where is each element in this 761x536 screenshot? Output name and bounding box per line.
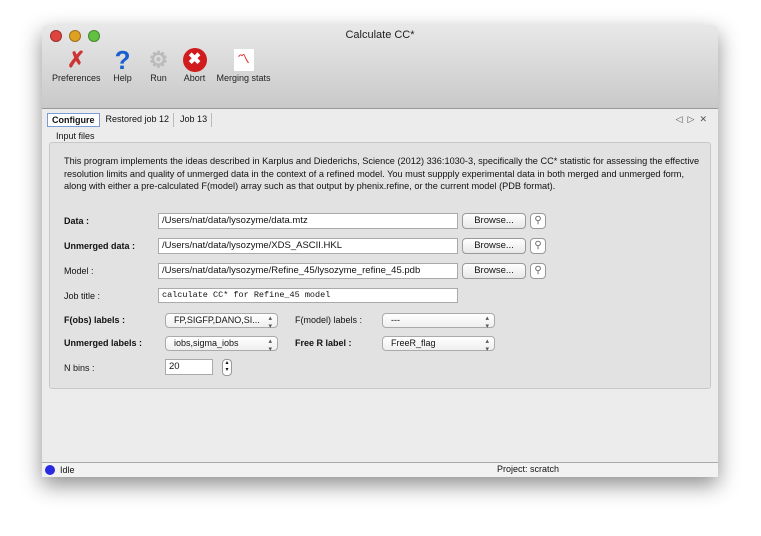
updown-arrows-icon: ▴ ▾ xyxy=(485,315,489,330)
select-value: FP,SIGFP,DANO,SI... xyxy=(174,315,260,325)
input-files-panel: This program implements the ideas descri… xyxy=(49,142,711,389)
data-input[interactable]: /Users/nat/data/lysozyme/data.mtz xyxy=(158,213,458,229)
unmerged-labels-label: Unmerged labels : xyxy=(64,338,143,348)
toolbar-label: Merging stats xyxy=(216,73,271,83)
magnifier-icon[interactable]: ⚲ xyxy=(530,238,546,254)
tab-controls[interactable]: ◁▷✕ xyxy=(676,114,712,125)
model-browse-button[interactable]: Browse... xyxy=(462,263,526,279)
tools-icon: ✗ xyxy=(67,47,86,72)
project-label: Project: scratch xyxy=(497,464,560,474)
magnifier-icon[interactable]: ⚲ xyxy=(530,263,546,279)
window-title: Calculate CC* xyxy=(345,29,415,41)
magnifier-icon[interactable]: ⚲ xyxy=(530,213,546,229)
tab-job-13[interactable]: Job 13 xyxy=(176,113,213,127)
description: This program implements the ideas descri… xyxy=(64,156,700,191)
select-value: iobs,sigma_iobs xyxy=(174,338,239,348)
help-icon: ? xyxy=(114,44,131,75)
free-r-label: Free R label : xyxy=(295,338,352,348)
unmerged-data-label: Unmerged data : xyxy=(64,241,136,251)
fmodel-select[interactable]: --- ▴ ▾ xyxy=(382,313,495,330)
select-value: FreeR_flag xyxy=(391,338,436,348)
select-value: --- xyxy=(391,315,400,325)
model-input[interactable]: /Users/nat/data/lysozyme/Refine_45/lysoz… xyxy=(158,263,458,279)
nbins-label: N bins : xyxy=(64,363,95,373)
toolbar-label: Run xyxy=(150,73,167,83)
unmerged-browse-button[interactable]: Browse... xyxy=(462,238,526,254)
status-indicator-icon xyxy=(45,465,55,475)
preferences-button[interactable]: ✗ Preferences xyxy=(48,47,105,83)
toolbar-label: Help xyxy=(113,73,132,83)
data-browse-button[interactable]: Browse... xyxy=(462,213,526,229)
nbins-input[interactable]: 20 xyxy=(165,359,213,375)
gear-icon: ⚙ xyxy=(148,47,169,72)
unmerged-data-input[interactable]: /Users/nat/data/lysozyme/XDS_ASCII.HKL xyxy=(158,238,458,254)
nbins-stepper[interactable]: ▴ ▾ xyxy=(222,359,232,376)
tab-configure[interactable]: Configure xyxy=(47,113,100,127)
tab-restored-job-12[interactable]: Restored job 12 xyxy=(102,113,175,127)
help-button[interactable]: ? Help xyxy=(105,44,141,84)
abort-icon: ✖ xyxy=(181,47,209,73)
model-label: Model : xyxy=(64,266,94,276)
title-bar: Calculate CC* ✗ Preferences ? Help ⚙ Run ✖ A… xyxy=(42,25,718,109)
data-label: Data : xyxy=(64,216,90,226)
toolbar-label: Preferences xyxy=(52,73,101,83)
job-title-label: Job title : xyxy=(64,291,101,301)
app-window: Calculate CC* ✗ Preferences ? Help ⚙ Run ✖ A… xyxy=(42,25,718,477)
updown-arrows-icon: ▴ ▾ xyxy=(485,338,489,353)
updown-arrows-icon: ▴ ▾ xyxy=(268,315,272,330)
job-title-input[interactable]: calculate CC* for Refine_45 model xyxy=(158,288,458,303)
chart-icon: 〽 xyxy=(230,47,258,73)
toolbar-label: Abort xyxy=(183,73,206,83)
unmerged-labels-select[interactable]: iobs,sigma_iobs ▴ ▾ xyxy=(165,336,278,353)
status-text: Idle xyxy=(60,465,75,475)
free-r-select[interactable]: FreeR_flag ▴ ▾ xyxy=(382,336,495,353)
abort-button[interactable]: ✖ Abort xyxy=(177,47,213,83)
updown-arrows-icon: ▴ ▾ xyxy=(268,338,272,353)
fobs-select[interactable]: FP,SIGFP,DANO,SI... ▴ ▾ xyxy=(165,313,278,330)
section-title: Input files xyxy=(56,131,95,141)
status-bar: Idle Project: scratch xyxy=(42,462,718,477)
fmodel-label: F(model) labels : xyxy=(295,315,363,325)
fobs-label: F(obs) labels : xyxy=(64,315,126,325)
run-button[interactable]: ⚙ Run xyxy=(141,47,177,83)
merging-stats-button[interactable]: 〽 Merging stats xyxy=(213,47,275,83)
